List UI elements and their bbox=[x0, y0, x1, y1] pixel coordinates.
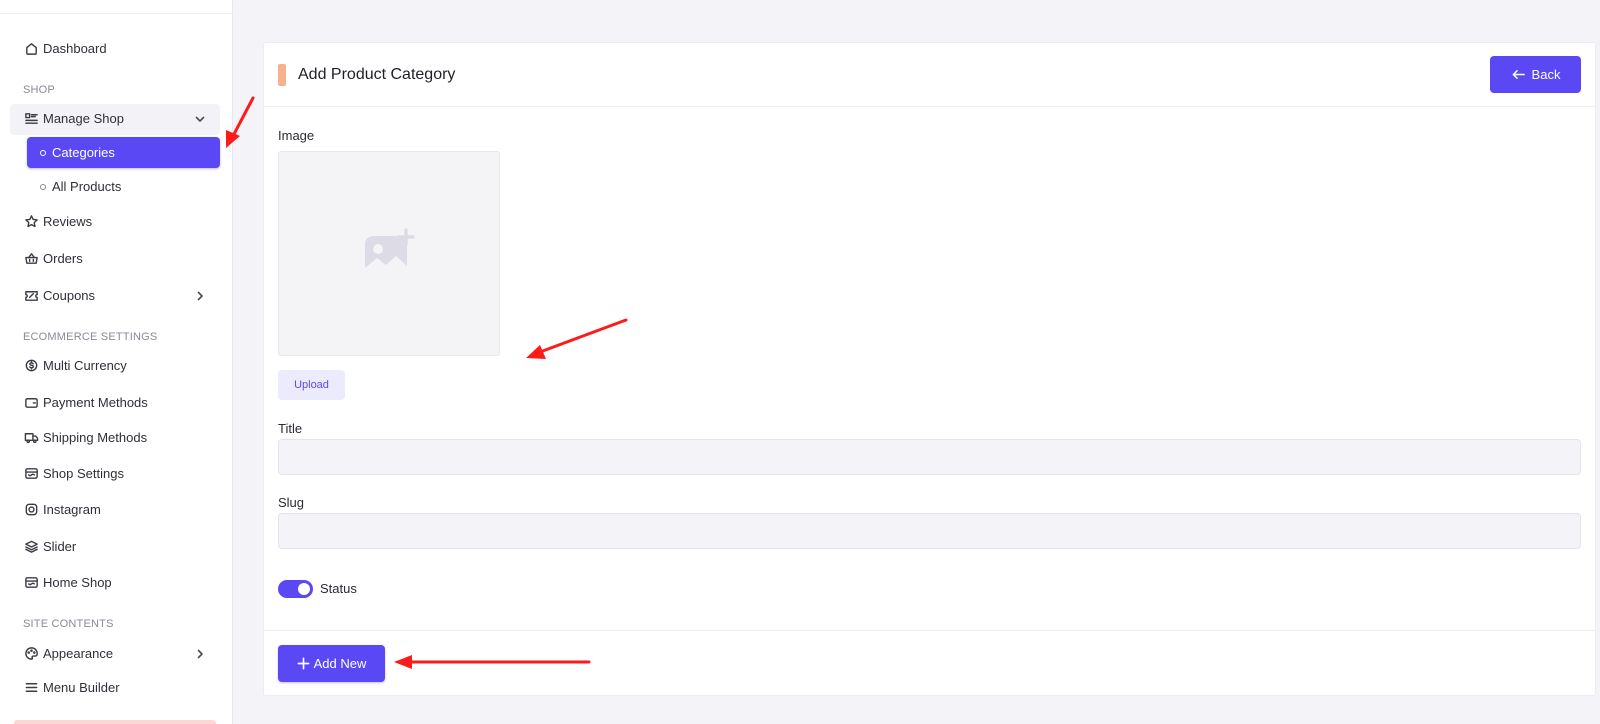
status-label: Status bbox=[320, 581, 357, 596]
chevron-right-icon[interactable] bbox=[194, 647, 206, 659]
sidebar-item-dashboard[interactable]: Dashboard bbox=[23, 38, 107, 58]
sidebar-item-label: Shipping Methods bbox=[43, 429, 148, 445]
back-button-label: Back bbox=[1531, 67, 1561, 82]
sidebar-item-all-products[interactable]: All Products bbox=[27, 171, 220, 202]
menu-icon bbox=[23, 679, 39, 695]
sidebar-item-label: All Products bbox=[52, 179, 122, 194]
plus-icon bbox=[297, 657, 310, 670]
sidebar-item-home-shop[interactable]: Home Shop bbox=[23, 572, 112, 592]
image-dropzone[interactable] bbox=[278, 151, 500, 356]
list-icon bbox=[23, 110, 39, 126]
section-label-site-contents: SITE CONTENTS bbox=[23, 618, 114, 630]
basket-icon bbox=[23, 250, 39, 266]
sidebar-item-appearance[interactable]: Appearance bbox=[23, 643, 113, 663]
sidebar-item-payment-methods[interactable]: Payment Methods bbox=[23, 392, 148, 412]
title-label: Title bbox=[278, 421, 303, 436]
slug-input[interactable] bbox=[278, 513, 1581, 549]
sidebar-item-shop-settings[interactable]: Shop Settings bbox=[23, 463, 124, 483]
status-toggle[interactable] bbox=[278, 580, 313, 598]
sidebar-item-multi-currency[interactable]: Multi Currency bbox=[23, 355, 127, 375]
arrow-left-icon bbox=[1512, 70, 1525, 79]
sidebar-divider bbox=[0, 13, 233, 14]
add-new-label: Add New bbox=[313, 656, 367, 671]
sidebar-item-orders[interactable]: Orders bbox=[23, 248, 83, 268]
truck-icon bbox=[23, 429, 39, 445]
sidebar-item-coupons[interactable]: Coupons bbox=[23, 285, 95, 305]
home-icon bbox=[23, 40, 39, 56]
sidebar-item-label: Shop Settings bbox=[43, 465, 124, 481]
footer-divider bbox=[264, 630, 1595, 631]
title-input[interactable] bbox=[278, 439, 1581, 475]
bullet-icon bbox=[40, 149, 46, 156]
sidebar-item-manage-shop[interactable]: Manage Shop bbox=[23, 108, 124, 128]
add-category-card: Add Product Category Back Image Upload T… bbox=[263, 42, 1596, 696]
sidebar-item-label: Payment Methods bbox=[43, 394, 148, 410]
chevron-right-icon[interactable] bbox=[194, 289, 206, 301]
card-header: Add Product Category Back bbox=[264, 43, 1595, 107]
layers-icon bbox=[23, 538, 39, 554]
add-new-button[interactable]: Add New bbox=[278, 645, 385, 682]
sidebar-item-instagram[interactable]: Instagram bbox=[23, 499, 101, 519]
sidebar-item-categories[interactable]: Categories bbox=[27, 137, 220, 168]
image-label: Image bbox=[278, 128, 315, 143]
toggle-knob bbox=[298, 583, 310, 595]
sidebar-item-label: Multi Currency bbox=[43, 357, 127, 373]
sidebar: Dashboard SHOP Manage Shop Categories Al… bbox=[0, 0, 233, 724]
sidebar-item-slider[interactable]: Slider bbox=[23, 536, 76, 556]
sidebar-item-reviews[interactable]: Reviews bbox=[23, 211, 92, 231]
sidebar-item-label: Home Shop bbox=[43, 574, 112, 590]
sidebar-item-label: Menu Builder bbox=[43, 679, 120, 695]
section-label-ecommerce: ECOMMERCE SETTINGS bbox=[23, 331, 158, 343]
storefront-icon bbox=[23, 574, 39, 590]
sidebar-item-label: Categories bbox=[52, 145, 115, 160]
sidebar-item-label: Coupons bbox=[43, 287, 96, 303]
sidebar-bottom-item[interactable] bbox=[14, 720, 216, 724]
sidebar-item-label: Reviews bbox=[43, 213, 93, 229]
star-icon bbox=[23, 213, 39, 229]
back-button[interactable]: Back bbox=[1490, 56, 1581, 93]
wallet-icon bbox=[23, 394, 39, 410]
sidebar-item-label: Instagram bbox=[43, 501, 101, 517]
store-icon bbox=[23, 465, 39, 481]
currency-icon bbox=[23, 357, 39, 373]
slug-label: Slug bbox=[278, 495, 305, 510]
palette-icon bbox=[23, 645, 39, 661]
upload-button[interactable]: Upload bbox=[278, 370, 345, 400]
sidebar-item-label: Manage Shop bbox=[43, 110, 124, 126]
sidebar-item-label: Dashboard bbox=[43, 40, 107, 56]
image-add-icon bbox=[365, 227, 415, 274]
section-label-shop: SHOP bbox=[23, 84, 55, 96]
chevron-down-icon[interactable] bbox=[194, 112, 206, 124]
sidebar-item-label: Slider bbox=[43, 538, 77, 554]
sidebar-item-label: Orders bbox=[43, 250, 83, 266]
sidebar-item-label: Appearance bbox=[43, 645, 114, 661]
title-accent-bar bbox=[278, 64, 286, 86]
sidebar-item-menu-builder[interactable]: Menu Builder bbox=[23, 677, 120, 697]
instagram-icon bbox=[23, 501, 39, 517]
sidebar-item-shipping-methods[interactable]: Shipping Methods bbox=[23, 427, 147, 447]
coupon-icon bbox=[23, 287, 39, 303]
page-title: Add Product Category bbox=[298, 66, 456, 83]
bullet-icon bbox=[40, 183, 46, 190]
